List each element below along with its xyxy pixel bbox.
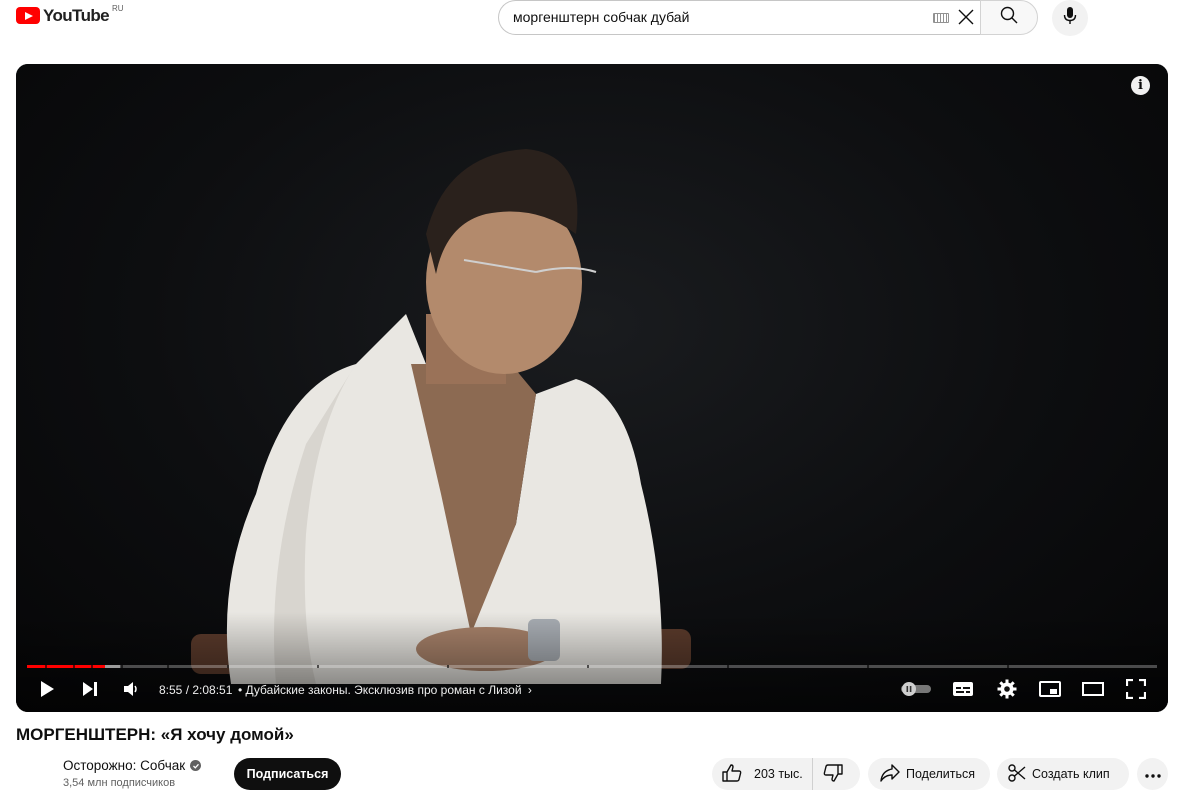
voice-search-button[interactable] xyxy=(1052,0,1088,36)
chapter-marker xyxy=(227,665,229,668)
search-button[interactable] xyxy=(980,0,1038,35)
volume-icon xyxy=(122,681,140,702)
thumbs-up-icon xyxy=(722,763,748,785)
like-count: 203 тыс. xyxy=(754,767,803,781)
mute-button[interactable] xyxy=(120,680,142,702)
youtube-logo[interactable]: YouTube RU xyxy=(16,4,124,25)
chapter-marker xyxy=(121,665,123,668)
share-button[interactable]: Поделиться xyxy=(868,758,990,790)
subtitles-button[interactable] xyxy=(951,680,975,702)
progress-played xyxy=(27,665,105,668)
chapter-marker xyxy=(1007,665,1009,668)
miniplayer-icon xyxy=(1039,680,1061,702)
chapter-marker xyxy=(45,665,47,668)
progress-bar[interactable] xyxy=(27,665,1157,668)
chapter-marker xyxy=(167,665,169,668)
play-icon xyxy=(39,680,55,703)
channel-name-text: Осторожно: Собчак xyxy=(63,758,186,773)
search-icon xyxy=(1000,6,1018,29)
like-dislike-group: 203 тыс. xyxy=(712,758,860,790)
more-horizontal-icon xyxy=(1144,765,1161,783)
search-box xyxy=(498,0,980,35)
chapter-marker xyxy=(91,665,93,668)
mic-icon xyxy=(1063,6,1077,30)
chapter-marker xyxy=(727,665,729,668)
miniplayer-button[interactable] xyxy=(1038,680,1062,702)
settings-gear-icon xyxy=(997,679,1017,704)
share-arrow-icon xyxy=(880,763,906,785)
settings-button[interactable] xyxy=(995,679,1019,704)
create-clip-label: Создать клип xyxy=(1032,767,1110,781)
autoplay-toggle-icon xyxy=(900,681,932,701)
search-bar xyxy=(498,0,1038,35)
keyboard-icon[interactable] xyxy=(933,13,949,23)
next-button[interactable] xyxy=(79,680,101,702)
subscribe-button[interactable]: Подписаться xyxy=(234,758,341,790)
next-icon xyxy=(81,681,99,702)
create-clip-button[interactable]: Создать клип xyxy=(997,758,1129,790)
chapter-title-text: • Дубайские законы. Эксклюзив про роман … xyxy=(238,683,522,697)
chevron-right-icon: › xyxy=(527,683,532,697)
close-icon[interactable] xyxy=(957,8,975,26)
scissors-icon xyxy=(1008,763,1032,785)
chapter-marker xyxy=(317,665,319,668)
subtitles-icon xyxy=(952,681,974,702)
avatar[interactable] xyxy=(16,758,56,798)
masthead: YouTube RU xyxy=(0,0,1180,36)
info-icon[interactable]: i xyxy=(1131,76,1150,95)
channel-name[interactable]: Осторожно: Собчак xyxy=(63,758,202,773)
theater-icon xyxy=(1082,681,1104,701)
search-input[interactable] xyxy=(513,1,913,34)
logo-text: YouTube xyxy=(43,6,110,25)
thumbs-down-icon xyxy=(823,763,849,785)
play-button[interactable] xyxy=(36,680,58,702)
chapter-title[interactable]: • Дубайские законы. Эксклюзив про роман … xyxy=(238,683,532,697)
chapter-marker xyxy=(73,665,75,668)
chapter-marker xyxy=(447,665,449,668)
theater-mode-button[interactable] xyxy=(1081,680,1105,702)
fullscreen-button[interactable] xyxy=(1124,678,1148,704)
youtube-play-icon xyxy=(16,7,40,24)
autoplay-toggle[interactable] xyxy=(899,680,933,702)
video-title: МОРГЕНШТЕРН: «Я хочу домой» xyxy=(16,725,294,744)
time-display: 8:55 / 2:08:51 xyxy=(159,683,233,697)
share-label: Поделиться xyxy=(906,767,976,781)
subscriber-count: 3,54 млн подписчиков xyxy=(63,777,176,789)
like-button[interactable]: 203 тыс. xyxy=(712,758,813,790)
verified-icon xyxy=(190,760,202,771)
chapter-marker xyxy=(867,665,869,668)
more-actions-button[interactable] xyxy=(1137,758,1168,790)
country-code: RU xyxy=(112,4,124,13)
chapter-marker xyxy=(587,665,589,668)
fullscreen-icon xyxy=(1125,678,1147,704)
dislike-button[interactable] xyxy=(813,758,859,790)
player-controls: 8:55 / 2:08:51 • Дубайские законы. Экскл… xyxy=(16,676,1168,706)
video-player[interactable]: i 8:55 / 2:08:51 • Дубайские законы. Экс… xyxy=(16,64,1168,712)
